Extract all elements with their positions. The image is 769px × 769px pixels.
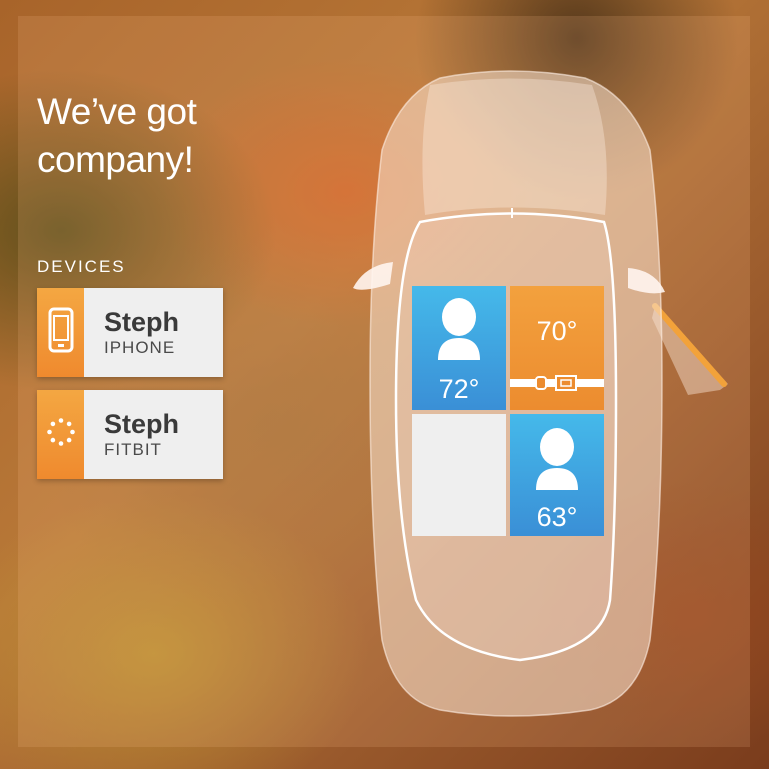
person-icon (436, 296, 482, 365)
device-card-iphone[interactable]: Steph IPHONE (37, 288, 223, 377)
title-line-1: We’ve got (37, 91, 197, 132)
device-type: IPHONE (104, 337, 176, 357)
device-card-fitbit[interactable]: Steph FITBIT (37, 390, 223, 479)
seat-temperature: 70° (536, 316, 578, 346)
device-icon-cell (37, 288, 84, 377)
device-text-cell: Steph IPHONE (84, 288, 223, 377)
title-line-2: company! (37, 139, 194, 180)
seat-rear-right[interactable]: 63° (510, 414, 604, 536)
device-text-cell: Steph FITBIT (84, 390, 223, 479)
person-icon (534, 426, 580, 495)
phone-icon (48, 307, 74, 358)
device-name: Steph (104, 408, 180, 439)
device-type: FITBIT (104, 439, 162, 459)
seat-front-left[interactable]: 72° (412, 286, 506, 410)
device-icon-cell (37, 390, 84, 479)
fitbit-icon (46, 417, 76, 452)
seat-temperature: 63° (536, 502, 578, 532)
page-title: We’ve got company! (37, 88, 197, 184)
seat-rear-left[interactable] (412, 414, 506, 536)
seat-temperature: 72° (438, 374, 480, 404)
seatbelt-icon (510, 375, 604, 396)
device-name: Steph (104, 306, 180, 337)
seat-front-right[interactable]: 70° (510, 286, 604, 410)
devices-heading: DEVICES (37, 257, 126, 276)
